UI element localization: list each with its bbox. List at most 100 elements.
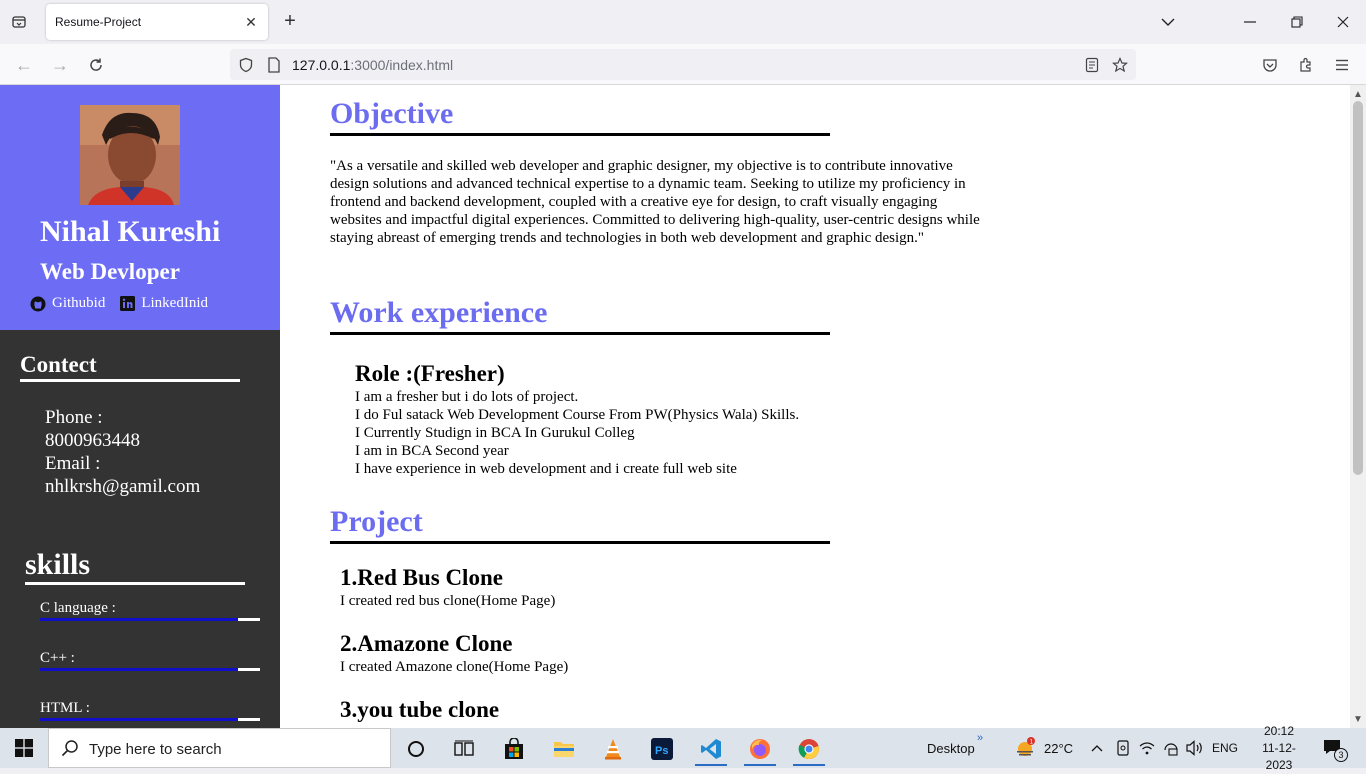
objective-text: "As a versatile and skilled web develope… bbox=[330, 158, 980, 246]
extensions-icon[interactable] bbox=[1294, 53, 1318, 77]
notification-count: 3 bbox=[1334, 748, 1348, 762]
desktop-toolbar[interactable]: Desktop bbox=[927, 728, 975, 768]
skills-title: skills bbox=[25, 548, 91, 581]
network-icon[interactable] bbox=[1162, 728, 1180, 768]
skill-cpp-fill bbox=[40, 668, 238, 671]
skill-html-bar bbox=[40, 718, 260, 721]
objective-divider bbox=[330, 133, 830, 136]
volume-icon[interactable] bbox=[1186, 728, 1204, 768]
profile-header: Nihal Kureshi Web Devloper Githubid Link… bbox=[0, 85, 280, 330]
social-links: Githubid LinkedInid bbox=[30, 295, 214, 312]
back-icon[interactable]: ← bbox=[12, 53, 36, 77]
project-name: 2.Amazone Clone bbox=[340, 631, 513, 656]
pocket-icon[interactable] bbox=[1258, 53, 1282, 77]
language-indicator[interactable]: ENG bbox=[1212, 728, 1238, 768]
project-title: Project bbox=[330, 505, 423, 538]
show-hidden-icons[interactable] bbox=[1091, 728, 1103, 768]
close-window-icon[interactable] bbox=[1330, 10, 1356, 34]
store-icon[interactable] bbox=[494, 732, 534, 766]
firefox-active-indicator bbox=[744, 764, 776, 766]
tab-title: Resume-Project bbox=[55, 15, 142, 29]
list-all-tabs-icon[interactable] bbox=[1155, 10, 1181, 34]
skill-c-fill bbox=[40, 618, 238, 621]
weather-widget[interactable]: 1 22°C bbox=[1014, 728, 1073, 768]
profile-role: Web Devloper bbox=[40, 259, 180, 284]
skill-c-bar bbox=[40, 618, 260, 621]
work-line: I am a fresher but i do lots of project. bbox=[355, 389, 579, 405]
scroll-down-icon[interactable]: ▼ bbox=[1350, 712, 1366, 726]
scroll-thumb[interactable] bbox=[1353, 101, 1363, 475]
page-icon[interactable] bbox=[264, 55, 284, 75]
phone-label: Phone : bbox=[45, 407, 103, 428]
language-label: ENG bbox=[1212, 741, 1239, 755]
task-view-icon[interactable] bbox=[444, 732, 484, 766]
work-line: I do Ful satack Web Development Course F… bbox=[355, 407, 800, 423]
chrome-icon[interactable] bbox=[789, 732, 829, 766]
svg-text:Ps: Ps bbox=[655, 745, 668, 757]
github-link[interactable]: Githubid bbox=[30, 295, 105, 312]
sidebar-details: Contect Phone : 8000963448 Email : nhlkr… bbox=[0, 330, 280, 728]
notifications-icon[interactable]: 3 bbox=[1322, 728, 1348, 768]
email-value: nhlkrsh@gamil.com bbox=[45, 476, 201, 497]
taskbar-search[interactable]: Type here to search bbox=[48, 728, 391, 768]
tab-list-icon[interactable] bbox=[8, 11, 30, 33]
work-line: I am in BCA Second year bbox=[355, 443, 509, 459]
cortana-icon[interactable] bbox=[396, 732, 436, 766]
wifi-icon[interactable] bbox=[1139, 728, 1155, 768]
page-content: Nihal Kureshi Web Devloper Githubid Link… bbox=[0, 85, 1350, 728]
reload-icon[interactable] bbox=[84, 53, 108, 77]
photoshop-icon[interactable]: Ps bbox=[642, 732, 682, 766]
minimize-icon[interactable] bbox=[1237, 10, 1263, 34]
chrome-active-indicator bbox=[793, 764, 825, 766]
shield-icon[interactable] bbox=[236, 55, 256, 75]
vlc-icon[interactable] bbox=[593, 732, 633, 766]
project-divider bbox=[330, 541, 830, 544]
restore-icon[interactable] bbox=[1284, 10, 1310, 34]
vscode-icon[interactable] bbox=[691, 732, 731, 766]
forward-icon[interactable]: → bbox=[48, 53, 72, 77]
linkedin-link-label: LinkedInid bbox=[141, 295, 208, 311]
skill-cpp-label: C++ : bbox=[40, 650, 75, 666]
url-text[interactable]: 127.0.0.1:3000/index.html bbox=[292, 57, 453, 73]
linkedin-link[interactable]: LinkedInid bbox=[119, 295, 208, 312]
reader-view-icon[interactable] bbox=[1082, 55, 1102, 75]
contact-divider bbox=[20, 379, 240, 382]
clock[interactable]: 20:12 11-12-2023 bbox=[1249, 724, 1309, 772]
bookmark-star-icon[interactable] bbox=[1110, 55, 1130, 75]
browser-tab[interactable]: Resume-Project ✕ bbox=[46, 4, 268, 40]
github-icon bbox=[30, 296, 46, 312]
skills-divider bbox=[25, 582, 245, 585]
project-name: 1.Red Bus Clone bbox=[340, 565, 503, 590]
work-title: Work experience bbox=[330, 296, 548, 329]
github-link-label: Githubid bbox=[52, 295, 106, 311]
new-tab-icon[interactable]: + bbox=[279, 10, 301, 32]
clock-date: 11-12-2023 bbox=[1262, 740, 1296, 772]
browser-nav-bar: ← → 127.0.0.1:3000/index.html bbox=[0, 44, 1366, 85]
linkedin-icon bbox=[119, 296, 135, 312]
page-scrollbar[interactable]: ▲ ▼ bbox=[1350, 85, 1366, 728]
device-icon[interactable] bbox=[1116, 728, 1130, 768]
phone-value: 8000963448 bbox=[45, 430, 140, 451]
email-label: Email : bbox=[45, 453, 101, 474]
double-chevron-icon[interactable]: » bbox=[977, 718, 983, 758]
file-explorer-icon[interactable] bbox=[544, 732, 584, 766]
firefox-icon[interactable] bbox=[740, 732, 780, 766]
objective-title: Objective bbox=[330, 97, 454, 130]
search-placeholder: Type here to search bbox=[89, 741, 222, 758]
windows-start-icon[interactable] bbox=[0, 728, 48, 768]
work-divider bbox=[330, 332, 830, 335]
taskbar: Type here to search Ps Desktop » 1 22°C bbox=[0, 724, 1366, 772]
weather-icon: 1 bbox=[1014, 736, 1036, 760]
menu-icon[interactable] bbox=[1330, 53, 1354, 77]
search-icon bbox=[61, 739, 79, 762]
browser-tab-bar: Resume-Project ✕ + bbox=[0, 0, 1366, 44]
skill-cpp-bar bbox=[40, 668, 260, 671]
work-line: I Currently Studign in BCA In Gurukul Co… bbox=[355, 425, 635, 441]
weather-temp: 22°C bbox=[1044, 740, 1074, 756]
skill-html-fill bbox=[40, 718, 238, 721]
scroll-up-icon[interactable]: ▲ bbox=[1350, 87, 1366, 101]
close-tab-icon[interactable]: ✕ bbox=[242, 13, 260, 31]
url-bar[interactable]: 127.0.0.1:3000/index.html bbox=[230, 49, 1136, 80]
project-desc: I created red bus clone(Home Page) bbox=[340, 593, 556, 609]
work-role: Role :(Fresher) bbox=[355, 361, 505, 386]
